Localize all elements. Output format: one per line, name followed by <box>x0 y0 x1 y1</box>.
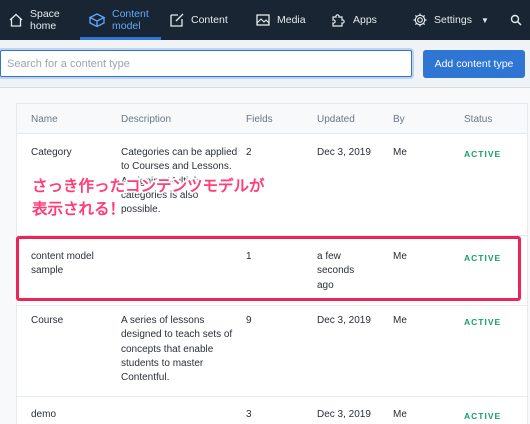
table-row[interactable]: Course A series of lessons designed to t… <box>17 306 527 397</box>
column-header-updated[interactable]: Updated <box>317 114 377 125</box>
top-navigation: Space home Content model Content Media App… <box>0 0 530 40</box>
row-fields: 2 <box>246 147 252 158</box>
row-fields: 9 <box>246 315 252 326</box>
column-header-status: Status <box>464 114 493 125</box>
nav-label: Space home <box>30 8 60 32</box>
chevron-down-icon: ▼ <box>480 15 489 25</box>
nav-label: Media <box>277 14 306 26</box>
row-fields: 3 <box>246 409 252 420</box>
nav-label: Settings <box>434 14 472 26</box>
nav-settings[interactable]: Settings ▼ <box>404 0 504 40</box>
status-badge: ACTIVE <box>464 149 502 159</box>
edit-icon <box>170 13 184 27</box>
nav-label: Content <box>191 14 228 26</box>
image-icon <box>256 14 270 26</box>
gear-icon <box>413 13 427 27</box>
column-header-by: By <box>393 114 405 125</box>
nav-content-model[interactable]: Content model <box>80 0 161 40</box>
table-row[interactable]: demo 3 Dec 3, 2019 Me ACTIVE <box>17 397 527 424</box>
row-by: Me <box>393 147 407 158</box>
toolbar: Add content type <box>0 40 530 88</box>
row-updated: Dec 3, 2019 <box>317 147 371 158</box>
annotation-highlight-box <box>16 236 521 301</box>
row-name: demo <box>31 409 57 420</box>
house-icon <box>9 13 23 27</box>
column-header-name[interactable]: Name <box>31 114 111 125</box>
column-header-description: Description <box>121 114 172 125</box>
row-name: Category <box>31 147 72 158</box>
row-updated: Dec 3, 2019 <box>317 315 371 326</box>
row-by: Me <box>393 409 407 420</box>
nav-media[interactable]: Media <box>247 0 322 40</box>
nav-space-home[interactable]: Space home <box>0 0 80 40</box>
cube-icon <box>88 13 106 28</box>
nav-label: Content model <box>112 8 149 32</box>
nav-apps[interactable]: Apps <box>322 0 404 40</box>
annotation-callout-line1: さっき作ったコンテンツモデルが <box>32 178 265 195</box>
search-input[interactable] <box>0 50 412 77</box>
row-by: Me <box>393 315 407 326</box>
nav-label: Apps <box>353 14 377 26</box>
row-name: Course <box>31 315 64 326</box>
search-icon <box>510 14 522 26</box>
row-updated: Dec 3, 2019 <box>317 409 371 420</box>
nav-content[interactable]: Content <box>161 0 247 40</box>
column-header-fields: Fields <box>246 114 273 125</box>
annotation-callout-line2: 表示される！ <box>32 201 126 218</box>
table-header: Name Description Fields Updated By Statu… <box>17 104 527 134</box>
puzzle-icon <box>332 14 345 27</box>
status-badge: ACTIVE <box>464 411 502 421</box>
nav-search[interactable] <box>504 0 530 40</box>
add-content-type-button[interactable]: Add content type <box>423 50 525 78</box>
row-description: A series of lessons designed to teach se… <box>121 315 233 384</box>
status-badge: ACTIVE <box>464 317 502 327</box>
